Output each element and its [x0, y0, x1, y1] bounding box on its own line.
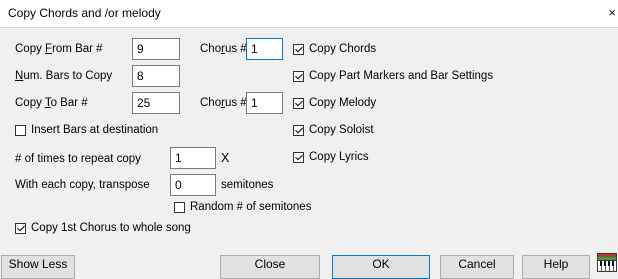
checkbox-box — [174, 201, 185, 213]
copy-from-bar-input[interactable] — [132, 38, 180, 60]
help-button[interactable]: Help — [522, 255, 590, 279]
checkbox-box — [293, 43, 304, 55]
random-semitones-checkbox[interactable]: Random # of semitones — [174, 201, 311, 213]
show-less-button[interactable]: Show Less — [1, 255, 75, 279]
checkbox-box — [15, 124, 26, 136]
close-button[interactable]: Close — [220, 255, 320, 279]
close-icon[interactable]: × — [608, 5, 616, 20]
num-bars-label: Num. Bars to Copy — [15, 70, 113, 82]
cancel-button[interactable]: Cancel — [440, 255, 514, 279]
repeat-copy-input[interactable] — [170, 147, 216, 169]
insert-bars-checkbox[interactable]: Insert Bars at destination — [15, 124, 158, 136]
transpose-label: With each copy, transpose — [15, 179, 150, 191]
dialog-title: Copy Chords and /or melody — [8, 6, 161, 20]
checkbox-box — [293, 97, 304, 109]
num-bars-input[interactable] — [132, 65, 180, 87]
chorus-to-input[interactable] — [246, 92, 283, 114]
chorus-from-input[interactable] — [246, 38, 283, 60]
copy-chords-dialog: Copy Chords and /or melody × Copy From B… — [0, 0, 618, 279]
copy-lyrics-checkbox[interactable]: Copy Lyrics — [293, 151, 369, 163]
copy-melody-checkbox[interactable]: Copy Melody — [293, 97, 376, 109]
copy-first-chorus-checkbox[interactable]: Copy 1st Chorus to whole song — [15, 222, 191, 234]
checkbox-box — [15, 222, 26, 234]
chorus-from-label: Chorus # — [200, 43, 247, 55]
copy-to-bar-input[interactable] — [132, 92, 180, 114]
chorus-to-label: Chorus # — [200, 97, 247, 109]
semitones-suffix: semitones — [221, 179, 274, 191]
copy-chords-checkbox[interactable]: Copy Chords — [293, 43, 376, 55]
copy-to-bar-label: Copy To Bar # — [15, 97, 88, 109]
title-bar: Copy Chords and /or melody × — [0, 0, 618, 28]
checkbox-box — [293, 70, 304, 82]
repeat-times-suffix: X — [221, 151, 230, 165]
ok-button[interactable]: OK — [332, 255, 430, 279]
piano-keyboard-icon[interactable] — [597, 253, 617, 272]
copy-part-markers-checkbox[interactable]: Copy Part Markers and Bar Settings — [293, 70, 493, 82]
repeat-copy-label: # of times to repeat copy — [15, 153, 141, 165]
checkbox-box — [293, 124, 304, 136]
checkbox-box — [293, 151, 304, 163]
transpose-input[interactable] — [170, 174, 216, 196]
copy-from-bar-label: Copy From Bar # — [15, 43, 103, 55]
copy-soloist-checkbox[interactable]: Copy Soloist — [293, 124, 374, 136]
